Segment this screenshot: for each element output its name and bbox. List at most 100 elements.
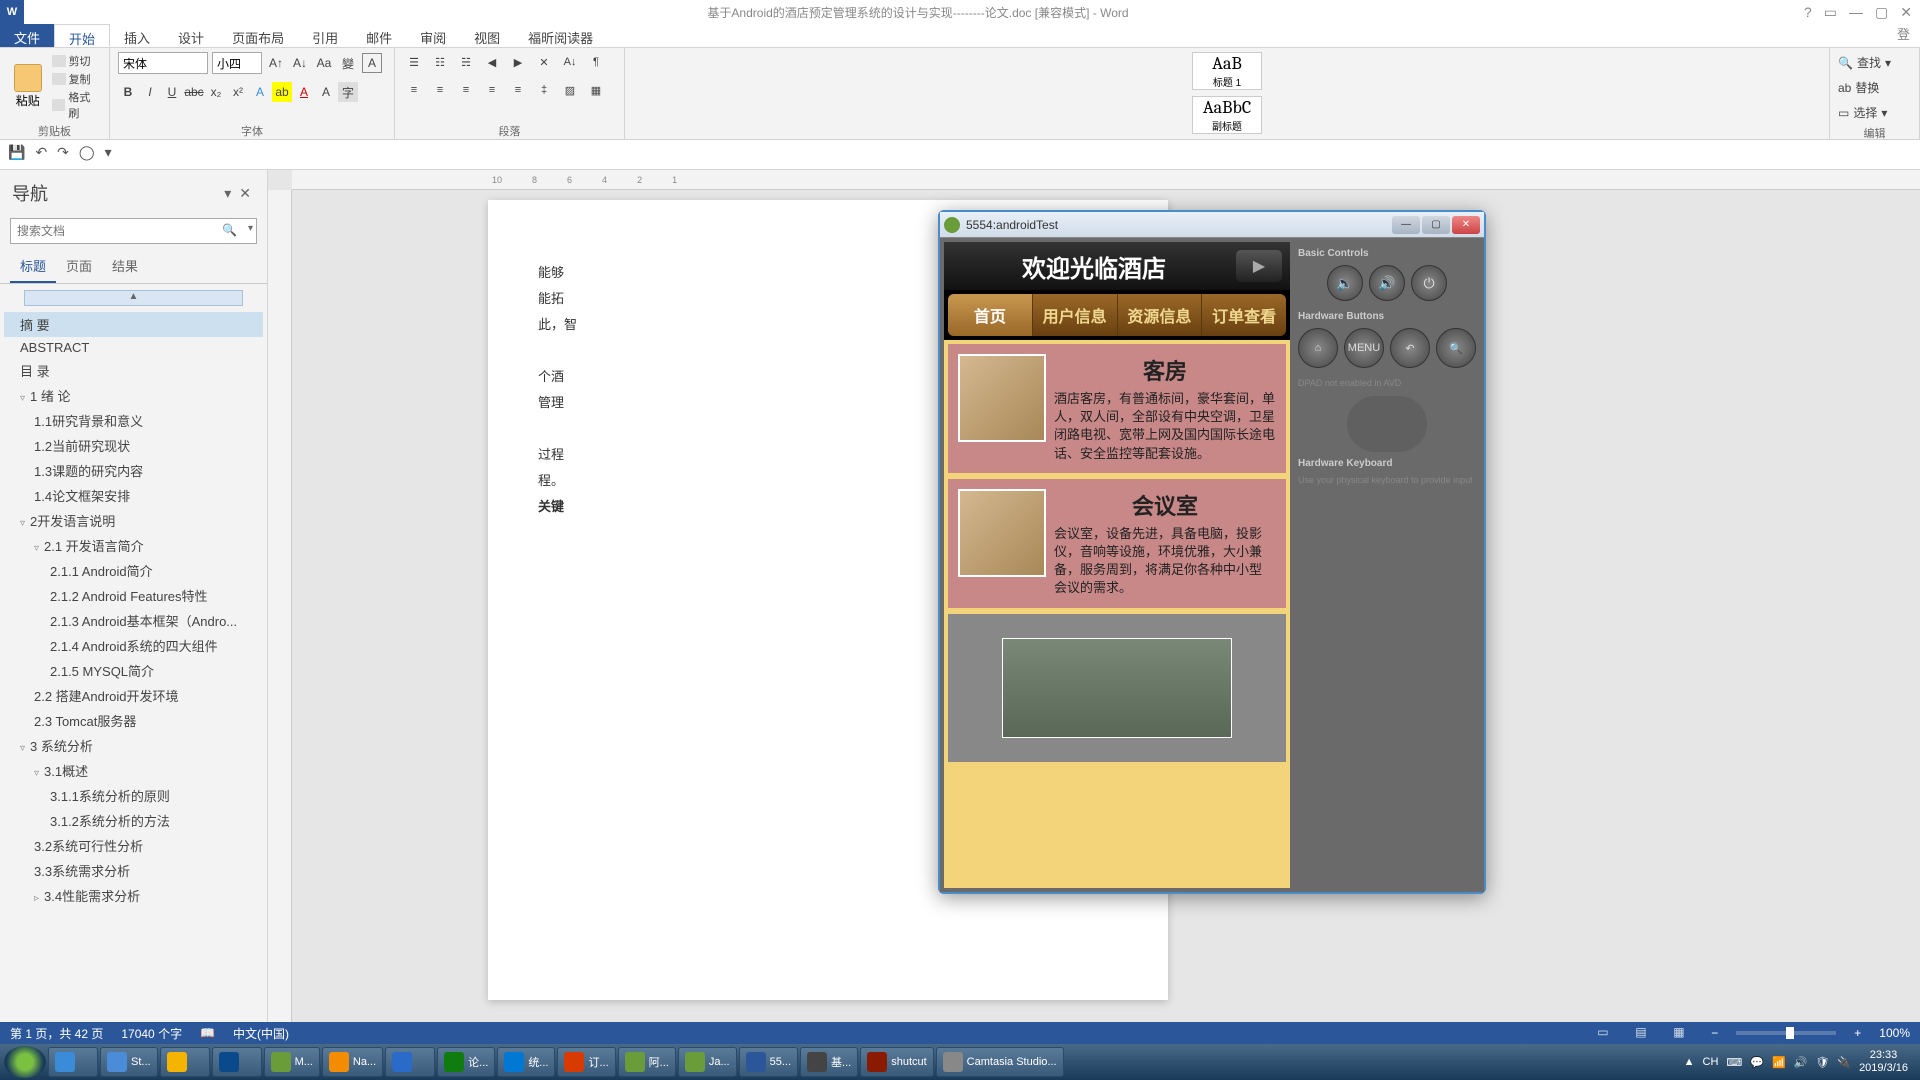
network-icon[interactable]: 📶: [1772, 1056, 1786, 1069]
language[interactable]: 中文(中国): [233, 1025, 289, 1042]
increase-indent-button[interactable]: ▶: [507, 52, 529, 72]
nav-item[interactable]: 2.1.5 MYSQL简介: [4, 658, 263, 683]
page-number[interactable]: 第 1 页，共 42 页: [10, 1025, 103, 1042]
find-button[interactable]: 🔍 查找 ▾: [1838, 52, 1891, 73]
shading-button[interactable]: ▨: [559, 80, 581, 100]
tab-view[interactable]: 视图: [460, 24, 514, 47]
close-icon[interactable]: ✕: [1900, 4, 1912, 21]
nav-tab-results[interactable]: 结果: [102, 250, 148, 283]
nav-dropdown-icon[interactable]: ▾: [220, 185, 235, 202]
subscript-button[interactable]: x₂: [206, 82, 226, 102]
nav-item[interactable]: 3.3系统需求分析: [4, 858, 263, 883]
font-color-button[interactable]: A: [294, 82, 314, 102]
system-tray[interactable]: ▲ CH ⌨ 💬 📶 🔊 🛡 🔌 23:33 2019/3/16: [1684, 1049, 1916, 1075]
action-center-icon[interactable]: 💬: [1750, 1056, 1764, 1069]
task-item[interactable]: St...: [100, 1047, 158, 1077]
underline-button[interactable]: U: [162, 82, 182, 102]
banner-card[interactable]: [948, 614, 1286, 762]
task-item[interactable]: [385, 1047, 435, 1077]
tab-mailings[interactable]: 邮件: [352, 24, 406, 47]
volume-icon[interactable]: 🔊: [1794, 1056, 1808, 1069]
ime-indicator[interactable]: CH: [1703, 1056, 1719, 1068]
nav-order[interactable]: 订单查看: [1202, 294, 1286, 336]
nav-item[interactable]: 2.1.4 Android系统的四大组件: [4, 633, 263, 658]
tab-layout[interactable]: 页面布局: [218, 24, 298, 47]
borders-button[interactable]: ▦: [585, 80, 607, 100]
nav-item[interactable]: ▿2.1 开发语言简介: [4, 533, 263, 558]
search-dropdown-icon[interactable]: ▾: [248, 223, 253, 234]
phonetic-button[interactable]: 變: [338, 53, 358, 73]
web-layout-button[interactable]: ▦: [1673, 1025, 1693, 1041]
superscript-button[interactable]: x²: [228, 82, 248, 102]
nav-jump-top[interactable]: ▲: [24, 290, 243, 306]
nav-resource[interactable]: 资源信息: [1118, 294, 1203, 336]
search-button[interactable]: 🔍: [1436, 328, 1476, 368]
task-item[interactable]: [212, 1047, 262, 1077]
nav-tab-headings[interactable]: 标题: [10, 250, 56, 283]
clear-format-button[interactable]: A: [362, 53, 382, 73]
align-left-button[interactable]: ≡: [403, 80, 425, 100]
clock[interactable]: 23:33 2019/3/16: [1859, 1049, 1908, 1075]
paste-button[interactable]: 粘贴: [8, 64, 48, 109]
task-item[interactable]: 55...: [739, 1047, 798, 1077]
redo-button[interactable]: ↷: [57, 144, 69, 165]
tab-review[interactable]: 审阅: [406, 24, 460, 47]
tab-foxit[interactable]: 福昕阅读器: [514, 24, 607, 47]
undo-button[interactable]: ↶: [35, 144, 47, 165]
highlight-button[interactable]: ab: [272, 82, 292, 102]
start-button[interactable]: [4, 1046, 46, 1078]
nav-user[interactable]: 用户信息: [1033, 294, 1118, 336]
task-item[interactable]: shutcut: [860, 1047, 933, 1077]
ribbon-options-icon[interactable]: ▭: [1824, 4, 1837, 21]
nav-item[interactable]: ▿3.1概述: [4, 758, 263, 783]
nav-item[interactable]: ABSTRACT: [4, 337, 263, 358]
replace-button[interactable]: ab 替换: [1838, 77, 1879, 98]
line-spacing-button[interactable]: ‡: [533, 80, 555, 100]
print-layout-button[interactable]: ▤: [1635, 1025, 1655, 1041]
justify-button[interactable]: ≡: [481, 80, 503, 100]
emulator-titlebar[interactable]: 5554:androidTest — ▢ ✕: [940, 212, 1484, 238]
task-item[interactable]: 阿...: [618, 1047, 676, 1077]
search-icon[interactable]: 🔍: [222, 223, 237, 237]
horizontal-ruler[interactable]: 1086421: [292, 170, 1920, 190]
asian-layout-button[interactable]: ✕: [533, 52, 555, 72]
minimize-icon[interactable]: —: [1849, 4, 1863, 21]
nav-item[interactable]: 2.1.3 Android基本框架（Andro...: [4, 608, 263, 633]
decrease-indent-button[interactable]: ◀: [481, 52, 503, 72]
emulator-screen[interactable]: 欢迎光临酒店 ▶ 首页 用户信息 资源信息 订单查看 客房: [944, 242, 1290, 888]
font-size-select[interactable]: [212, 52, 262, 74]
keyboard-icon[interactable]: ⌨: [1726, 1056, 1742, 1069]
nav-tab-pages[interactable]: 页面: [56, 250, 102, 283]
change-case-button[interactable]: Aa: [314, 53, 334, 73]
help-icon[interactable]: ?: [1804, 4, 1812, 21]
task-item[interactable]: 论...: [437, 1047, 495, 1077]
meeting-card[interactable]: 会议室 会议室，设备先进，具备电脑，投影仪，音响等设施，环境优雅，大小兼备，服务…: [948, 479, 1286, 608]
task-item[interactable]: 统...: [497, 1047, 555, 1077]
nav-item[interactable]: 2.1.1 Android简介: [4, 558, 263, 583]
bullets-button[interactable]: ☰: [403, 52, 425, 72]
cut-button[interactable]: 剪切: [52, 53, 101, 69]
vertical-ruler[interactable]: [268, 190, 292, 1050]
char-border-button[interactable]: A: [316, 82, 336, 102]
task-item[interactable]: 基...: [800, 1047, 858, 1077]
bold-button[interactable]: B: [118, 82, 138, 102]
task-item[interactable]: [160, 1047, 210, 1077]
room-card[interactable]: 客房 酒店客房，有普通标间，豪华套间，单人，双人间，全部设有中央空调，卫星闭路电…: [948, 344, 1286, 473]
nav-close-icon[interactable]: ✕: [235, 185, 255, 202]
volume-down-button[interactable]: 🔈: [1327, 265, 1363, 301]
login-icon[interactable]: 登: [1897, 24, 1920, 47]
save-button[interactable]: 💾: [8, 144, 25, 165]
numbering-button[interactable]: ☷: [429, 52, 451, 72]
format-painter-button[interactable]: 格式刷: [52, 89, 101, 121]
nav-item[interactable]: 目 录: [4, 358, 263, 383]
task-ie[interactable]: [48, 1047, 98, 1077]
style-heading1[interactable]: AaB 标题 1: [1192, 52, 1262, 90]
nav-item[interactable]: 3.1.1系统分析的原则: [4, 783, 263, 808]
nav-item[interactable]: ▿1 绪 论: [4, 383, 263, 408]
char-shading-button[interactable]: 字: [338, 82, 358, 102]
nav-item[interactable]: 1.3课题的研究内容: [4, 458, 263, 483]
zoom-in-button[interactable]: +: [1854, 1026, 1861, 1040]
menu-button[interactable]: MENU: [1344, 328, 1384, 368]
nav-item[interactable]: 1.2当前研究现状: [4, 433, 263, 458]
emulator-maximize-button[interactable]: ▢: [1422, 216, 1450, 234]
